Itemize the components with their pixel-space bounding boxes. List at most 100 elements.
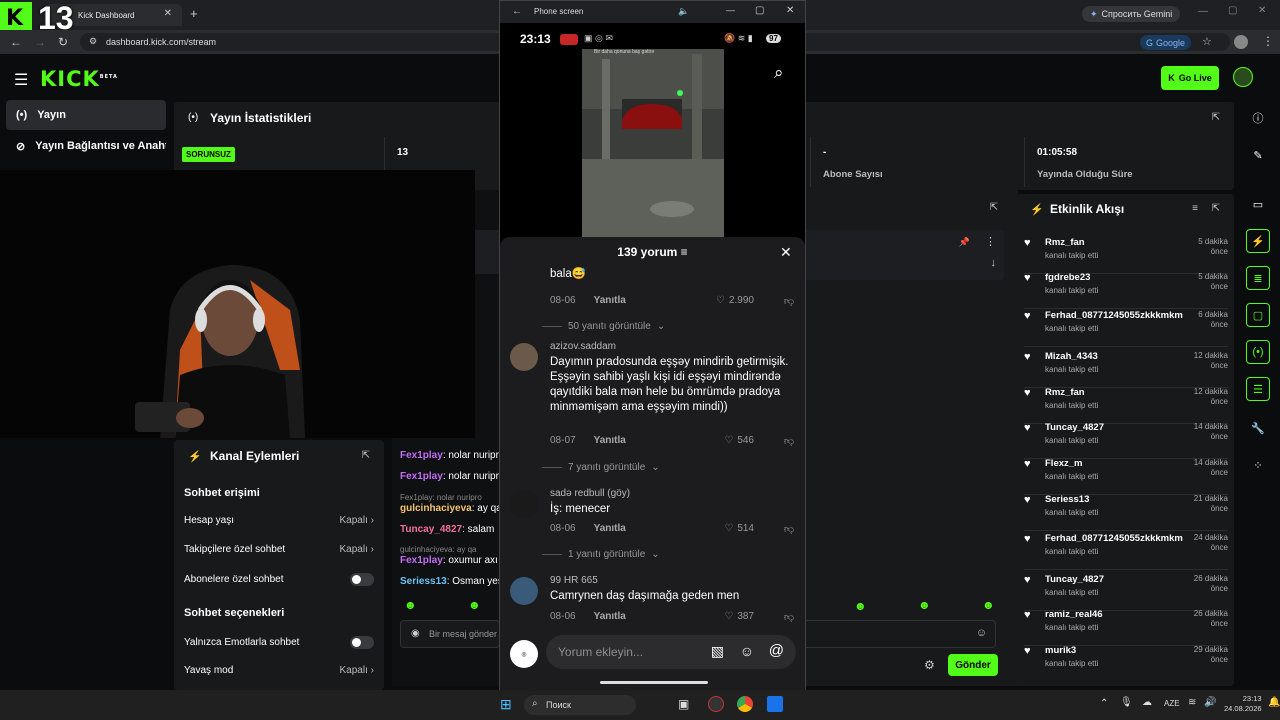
google-lens-chip[interactable]: G Google — [1140, 35, 1192, 50]
sidebar-item-stream-key[interactable]: ⊘ Yayın Bağlantısı ve Anahtarı — [6, 131, 166, 161]
avatar[interactable] — [510, 343, 538, 371]
chat-username[interactable]: Tuncay_4827 — [400, 524, 462, 535]
quick-actions-icon[interactable]: ⚡ — [1246, 229, 1270, 253]
activity-item[interactable]: ♥ Tuncay_4827 kanalı takip etti 14 dakika ö… — [1024, 422, 1228, 459]
minimize-icon[interactable]: — — [726, 5, 735, 15]
taskbar-clock[interactable]: 23:13 24.08.2026 — [1224, 694, 1262, 714]
task-view-icon[interactable]: ▣ — [678, 697, 689, 711]
emote-icon[interactable]: ☻ — [468, 598, 481, 612]
reply-button[interactable]: Yanıtla — [594, 611, 626, 622]
menu-dots-icon[interactable]: ⋮ — [1262, 34, 1274, 48]
activity-item[interactable]: ♥ fgdrebe23 kanalı takip etti 5 dakika önce — [1024, 272, 1228, 309]
activity-item[interactable]: ♥ Mizah_4343 kanalı takip etti 12 dakika ön… — [1024, 351, 1228, 388]
activity-item[interactable]: ♥ Flexz_m kanalı takip etti 14 dakika önce — [1024, 458, 1228, 495]
windows-start-icon[interactable]: ⊞ — [500, 696, 512, 713]
chat-username[interactable]: gulcinhaciyeva — [400, 503, 472, 514]
avatar[interactable] — [510, 577, 538, 605]
forward-icon[interactable]: → — [34, 35, 46, 49]
taskbar-search[interactable]: ⌕ Поиск — [524, 695, 636, 715]
sidebar-item-stream[interactable]: (•) Yayın — [6, 100, 166, 130]
activity-item[interactable]: ♥ Tuncay_4827 kanalı takip etti 26 dakika ö… — [1024, 574, 1228, 611]
comment-username[interactable]: sadə redbull (göy) — [550, 488, 630, 499]
emote-icon[interactable]: ☻ — [404, 598, 417, 612]
video-thumbnail[interactable]: Bir daha qonuna baş gətirə — [582, 49, 724, 237]
kick-logo[interactable]: KICKBETA — [40, 67, 118, 91]
like-button[interactable]: ♡ 514 — [724, 523, 754, 534]
like-button[interactable]: ♡ 2.990 — [716, 295, 754, 306]
popout-icon[interactable]: ⇱ — [1212, 112, 1220, 123]
activity-item[interactable]: ♥ Ferhad_08771245055zkkkmkm kanalı takip e… — [1024, 310, 1228, 347]
reply-button[interactable]: Yanıtla — [594, 295, 626, 306]
maximize-icon[interactable]: ▢ — [1228, 5, 1237, 16]
activity-item[interactable]: ♥ Rmz_fan kanalı takip etti 12 dakika önce — [1024, 387, 1228, 424]
mention-icon[interactable]: @ — [769, 642, 784, 659]
minimize-icon[interactable]: — — [1198, 6, 1208, 17]
popout-icon[interactable]: ⇱ — [1212, 203, 1220, 214]
close-comments-icon[interactable]: ✕ — [780, 244, 792, 261]
sort-icon[interactable]: ≡ — [681, 245, 688, 259]
dislike-icon[interactable]: 👎︎ — [784, 435, 794, 447]
avatar[interactable] — [510, 490, 538, 518]
chat-input[interactable]: ◉ Bir mesaj gönder — [400, 620, 500, 648]
user-avatar[interactable] — [1233, 67, 1253, 87]
wrench-icon[interactable]: 🔧 — [1246, 416, 1270, 440]
maximize-icon[interactable]: ▢ — [755, 5, 764, 16]
search-icon[interactable]: ⌕ — [774, 63, 784, 83]
emote-icon[interactable]: ☻ — [918, 598, 931, 612]
pin-icon[interactable]: 📌 — [959, 237, 970, 248]
emote-icon[interactable]: ☻ — [854, 599, 867, 613]
arrow-down-icon[interactable]: ↓ — [991, 257, 997, 269]
tab-close-icon[interactable]: ✕ — [164, 8, 172, 19]
list-icon[interactable]: ≣ — [1246, 266, 1270, 290]
activity-item[interactable]: ♥ Ferhad_08771245055zkkkmkm kanalı takip e… — [1024, 533, 1228, 570]
dislike-icon[interactable]: 👎︎ — [784, 611, 794, 623]
phone-link-app-icon[interactable] — [767, 696, 783, 712]
emoji-icon[interactable]: ☺ — [976, 627, 987, 639]
reload-icon[interactable]: ↻ — [58, 35, 68, 49]
send-button[interactable]: Gönder — [948, 654, 998, 676]
volume-icon[interactable]: 🔊 — [1204, 697, 1216, 708]
notification-bell-icon[interactable]: 🔔 — [1268, 697, 1280, 708]
pencil-icon[interactable]: ✎ — [1246, 143, 1270, 167]
account-age-row[interactable]: Hesap yaşı Kapalı › — [184, 515, 374, 526]
info-icon[interactable]: ⓘ — [1246, 106, 1270, 130]
reply-button[interactable]: Yanıtla — [594, 523, 626, 534]
profile-avatar[interactable] — [1234, 35, 1248, 49]
onedrive-icon[interactable]: ☁ — [1142, 697, 1152, 708]
popout-icon[interactable]: ⇱ — [362, 450, 370, 461]
activity-item[interactable]: ♥ murik3 kanalı takip etti 29 dakika önce — [1024, 645, 1228, 679]
image-icon[interactable]: ▧ — [711, 643, 724, 660]
microphone-icon[interactable]: 🎙 — [1120, 697, 1133, 708]
more-icon[interactable]: ⋮ — [985, 235, 996, 248]
back-icon[interactable]: ← — [10, 35, 22, 49]
layout-icon[interactable]: ☰ — [1246, 377, 1270, 401]
view-replies-button[interactable]: 50 yanıtı görüntüle ⌄ — [542, 321, 665, 332]
site-info-icon[interactable]: ⚙ — [89, 36, 97, 47]
tray-chevron-icon[interactable]: ⌃ — [1100, 698, 1108, 709]
reply-button[interactable]: Yanıtla — [594, 435, 626, 446]
chat-username[interactable]: Fex1play — [400, 450, 443, 461]
filter-icon[interactable]: ≡ — [1192, 203, 1198, 214]
subscribers-only-toggle[interactable] — [350, 573, 374, 586]
dislike-icon[interactable]: 👎︎ — [784, 523, 794, 535]
emote-only-toggle[interactable] — [350, 636, 374, 649]
followers-only-row[interactable]: Takipçilere özel sohbet Kapalı › — [184, 544, 374, 555]
like-button[interactable]: ♡ 387 — [724, 611, 754, 622]
gemini-button[interactable]: ✦ Спросить Gemini — [1082, 6, 1181, 22]
activity-item[interactable]: ♥ Rmz_fan kanalı takip etti 5 dakika önce — [1024, 237, 1228, 274]
chat-username[interactable]: Seriess13 — [400, 576, 447, 587]
bookmark-star-icon[interactable]: ☆ — [1202, 35, 1212, 48]
comment-input[interactable]: Yorum ekleyin... ▧ ☺ @ — [546, 635, 796, 669]
activity-item[interactable]: ♥ ramiz_real46 kanalı takip etti 26 dakika … — [1024, 609, 1228, 646]
view-replies-button[interactable]: 7 yanıtı görüntüle ⌄ — [542, 462, 660, 473]
chat-input-right[interactable]: ☺ — [806, 620, 996, 648]
emote-icon[interactable]: ☻ — [982, 598, 995, 612]
comment-username[interactable]: azizov.saddam — [550, 341, 616, 352]
dislike-icon[interactable]: 👎︎ — [784, 295, 794, 307]
popout-icon[interactable]: ⇱ — [990, 202, 998, 213]
chat-username[interactable]: Fex1play — [400, 555, 443, 566]
close-icon[interactable]: ✕ — [786, 5, 794, 16]
comment-username[interactable]: 99 HR 665 — [550, 575, 598, 586]
hamburger-icon[interactable]: ☰ — [14, 70, 28, 90]
view-replies-button[interactable]: 1 yanıtı görüntüle ⌄ — [542, 549, 660, 560]
